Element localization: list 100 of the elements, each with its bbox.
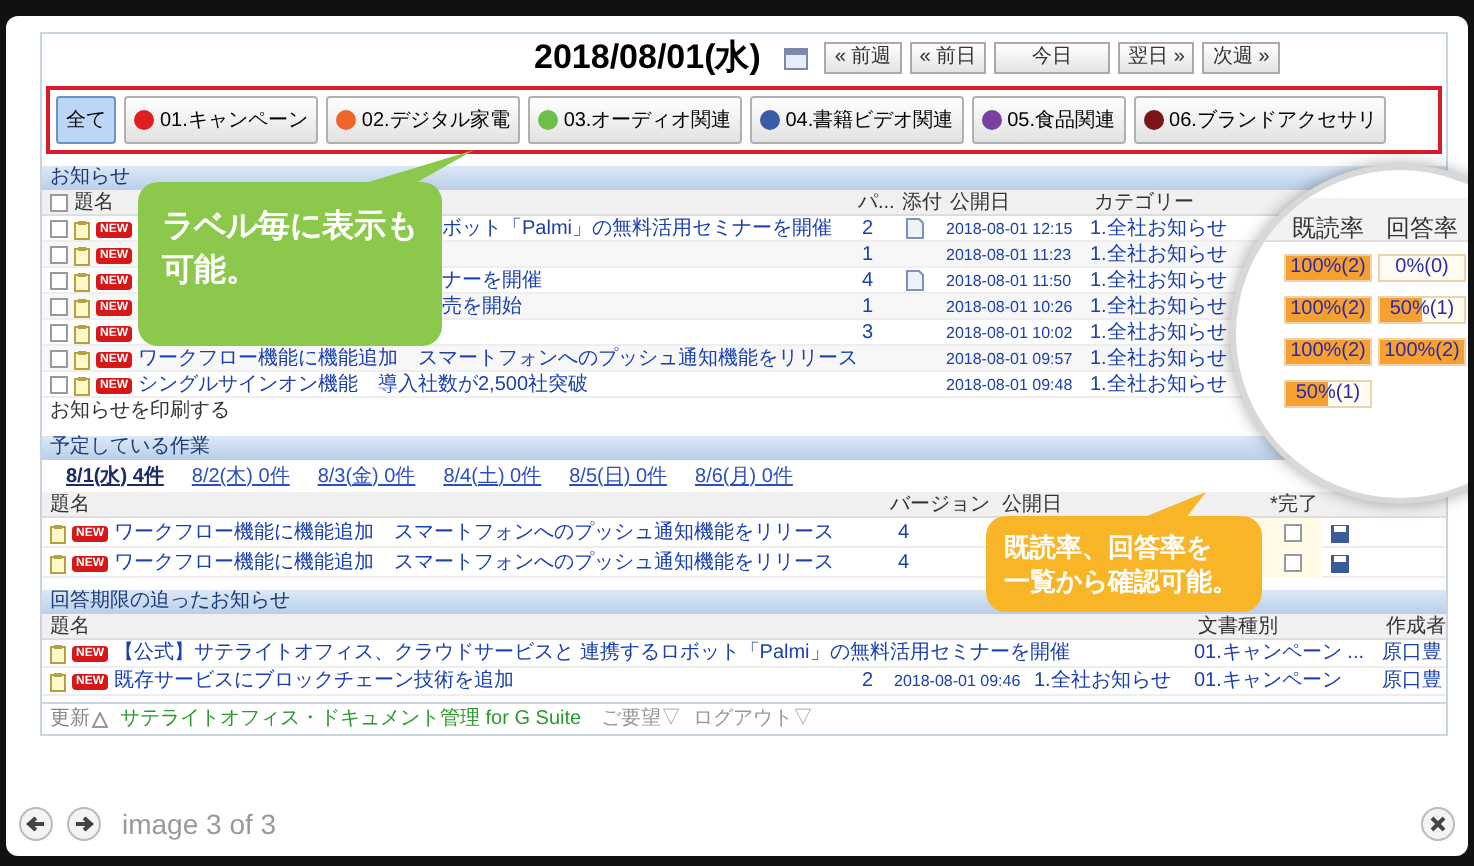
clipboard-icon [74, 245, 90, 265]
category-link[interactable]: 1.全社お知らせ [1086, 242, 1234, 268]
date-link[interactable]: 2018-08-01 12:15 [942, 216, 1086, 242]
category-link[interactable]: 1.全社お知らせ [1086, 294, 1234, 320]
version-number: 1 [860, 294, 876, 320]
column-header: バージョン [890, 494, 990, 516]
column-header: *完了 [1270, 494, 1318, 516]
close-icon [1420, 806, 1456, 842]
day-tab[interactable]: 8/5(日) 0件 [569, 461, 668, 491]
checkbox[interactable] [50, 350, 68, 368]
category-link[interactable]: 1.全社お知らせ [1026, 668, 1190, 696]
nav-button[interactable]: 次週 » [1202, 42, 1280, 74]
image-counter: image 3 of 3 [122, 805, 277, 844]
checkbox[interactable] [1283, 554, 1301, 572]
version-number: 3 [860, 320, 876, 346]
category-link[interactable]: 1.全社お知らせ [1086, 268, 1234, 294]
nav-button[interactable]: 翌日 » [1118, 42, 1195, 74]
date-link[interactable]: 2018-08-01 10:26 [942, 294, 1086, 320]
version-number: 2 [860, 668, 876, 696]
category-link[interactable]: 1.全社お知らせ [1086, 320, 1234, 346]
version-number: 4 [896, 520, 912, 548]
category-link[interactable]: 1.全社お知らせ [1086, 372, 1234, 398]
clipboard-icon [74, 323, 90, 343]
clipboard-icon [74, 375, 90, 395]
column-header: 回答率 [1386, 214, 1458, 242]
version-number: 4 [860, 268, 876, 294]
column-header: 題名 [50, 494, 90, 516]
author-link[interactable]: 原口豊 [1378, 668, 1446, 696]
date-link[interactable]: 2018-08-01 10:02 [942, 320, 1086, 346]
checkbox[interactable] [50, 272, 68, 290]
checkbox[interactable] [50, 298, 68, 316]
checkbox[interactable] [50, 220, 68, 238]
date-link[interactable]: 2018-08-01 11:23 [942, 242, 1086, 268]
checkbox[interactable] [1283, 524, 1301, 542]
column-header: カテゴリー [1094, 190, 1194, 216]
date-link[interactable]: 2018-08-01 09:48 [942, 372, 1086, 398]
column-header: 公開日 [1002, 494, 1062, 516]
doc-type-link[interactable]: 01.キャンペーン [1190, 668, 1378, 696]
label-button[interactable]: 04.書籍ビデオ関連 [749, 96, 964, 144]
column-header: 題名 [74, 190, 114, 216]
print-link[interactable]: お知らせを印刷する [42, 398, 230, 424]
column-header: 添付 [902, 190, 942, 216]
calendar-icon [784, 47, 809, 69]
label-button[interactable]: 03.オーディオ関連 [527, 96, 742, 144]
notice-title-link[interactable]: 既存サービスにブロックチェーン技術を追加 [114, 668, 514, 696]
notice-title-link[interactable]: ワークフロー機能に機能追加 スマートフォンへのプッシュ通知機能をリリース [138, 346, 858, 372]
rate-value: 100%(2) [1290, 254, 1366, 282]
author-link[interactable]: 原口豊 [1378, 640, 1446, 668]
day-tab[interactable]: 8/4(土) 0件 [443, 461, 542, 491]
callout-text: 可能。 [162, 251, 258, 292]
task-title-link[interactable]: ワークフロー機能に機能追加 スマートフォンへのプッシュ通知機能をリリース [114, 548, 834, 578]
day-tab[interactable]: 8/3(金) 0件 [317, 461, 416, 491]
checkbox[interactable] [50, 324, 68, 342]
clipboard-icon [50, 644, 66, 664]
date-link[interactable]: 2018-08-01 09:57 [942, 346, 1086, 372]
version-number: 2 [860, 216, 876, 242]
product-name-link[interactable]: サテライトオフィス・ドキュメント管理 for G Suite [120, 704, 582, 734]
callout-text: 既読率、回答率を [1004, 530, 1212, 564]
notice-title-link[interactable]: シングルサインオン機能 導入社数が2,500社突破 [138, 372, 589, 398]
notice-title-link[interactable]: 【公式】サテライトオフィス、クラウドサービスと 連携するロボット「Palmi」の無料活用セミナーを開催 [114, 640, 1070, 668]
callout-text: ラベル毎に表示も [162, 207, 418, 248]
date-link[interactable]: 2018-08-01 09:46 [894, 668, 1026, 696]
save-icon [1330, 553, 1350, 573]
clipboard-icon [50, 523, 66, 543]
label-button[interactable]: 05.食品関連 [971, 96, 1126, 144]
category-link[interactable]: 1.全社お知らせ [1086, 216, 1234, 242]
clipboard-icon [50, 672, 66, 692]
notice-title-link[interactable]: 売を開始 [442, 294, 522, 320]
doc-type-link[interactable]: 01.キャンペーン ... [1190, 640, 1378, 668]
nav-button[interactable]: « 前日 [909, 42, 987, 74]
notice-title-link[interactable]: ナーを開催 [442, 268, 542, 294]
column-header: 文書種別 [1198, 616, 1278, 638]
column-header: 既読率 [1292, 214, 1364, 242]
save-icon [1330, 523, 1350, 543]
checkbox[interactable] [50, 194, 68, 212]
rate-value: 100%(2) [1384, 338, 1460, 366]
rate-value: 100%(2) [1290, 338, 1366, 366]
clipboard-icon [74, 297, 90, 317]
day-tab[interactable]: 8/6(月) 0件 [695, 461, 793, 491]
version-number: 1 [860, 242, 876, 268]
task-title-link[interactable]: ワークフロー機能に機能追加 スマートフォンへのプッシュ通知機能をリリース [114, 518, 834, 548]
date-link[interactable]: 2018-08-01 11:50 [942, 268, 1086, 294]
day-tab[interactable]: 8/2(木) 0件 [191, 461, 290, 491]
day-tab[interactable]: 8/1(水) 4件 [66, 461, 164, 491]
clipboard-icon [74, 271, 90, 291]
clipboard-icon [74, 219, 90, 239]
nav-button[interactable]: « 前週 [824, 42, 902, 74]
checkbox[interactable] [50, 246, 68, 264]
notice-title-link[interactable]: ボット「Palmi」の無料活用セミナーを開催 [442, 216, 833, 242]
clipboard-icon [74, 349, 90, 369]
column-header: 題名 [50, 616, 90, 638]
label-button[interactable]: 02.デジタル家電 [325, 96, 520, 144]
category-link[interactable]: 1.全社お知らせ [1086, 346, 1234, 372]
nav-button[interactable]: 今日 [994, 42, 1111, 74]
clipboard-icon [50, 553, 66, 573]
label-button[interactable]: 01.キャンペーン [124, 96, 318, 144]
label-button[interactable]: 06.ブランドアクセサリ [1133, 96, 1387, 144]
checkbox[interactable] [50, 376, 68, 394]
warning-icon [92, 711, 108, 727]
label-button[interactable]: 全て [56, 96, 116, 144]
